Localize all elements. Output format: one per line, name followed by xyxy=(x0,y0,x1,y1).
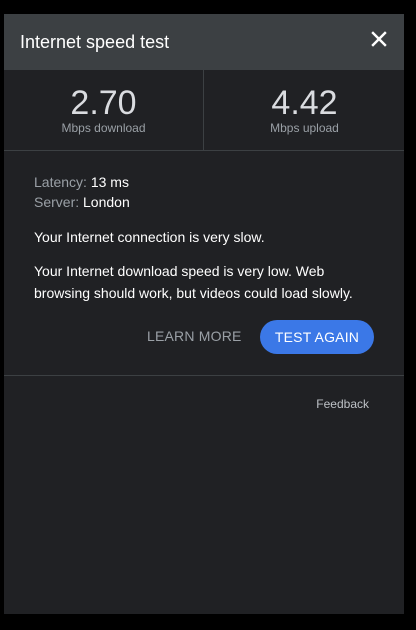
close-icon xyxy=(371,31,387,47)
latency-label: Latency: xyxy=(34,174,87,190)
download-speed-value: 2.70 xyxy=(70,84,137,122)
learn-more-link[interactable]: LEARN MORE xyxy=(147,327,242,345)
panel-header: Internet speed test xyxy=(4,14,404,70)
download-result: 2.70 Mbps download xyxy=(4,70,203,150)
upload-speed-unit: Mbps upload xyxy=(270,121,339,135)
server-value: London xyxy=(83,194,130,210)
download-speed-unit: Mbps download xyxy=(61,121,146,135)
results-divider xyxy=(203,70,204,150)
feedback-link[interactable]: Feedback xyxy=(316,397,369,411)
speed-detail-message: Your Internet download speed is very low… xyxy=(34,263,353,301)
test-again-button[interactable]: TEST AGAIN xyxy=(260,320,374,354)
close-button[interactable] xyxy=(370,30,388,48)
latency-line: Latency: 13 ms xyxy=(34,172,379,192)
results-row: 2.70 Mbps download 4.42 Mbps upload xyxy=(4,70,404,151)
speed-summary-message: Your Internet connection is very slow. xyxy=(34,229,265,245)
latency-value: 13 ms xyxy=(90,174,129,190)
upload-speed-value: 4.42 xyxy=(271,84,338,122)
result-details: Latency: 13 ms Server: London Your Inter… xyxy=(34,172,379,304)
footer-divider xyxy=(4,375,404,376)
speed-test-panel: Internet speed test 2.70 Mbps download 4… xyxy=(4,14,404,614)
server-line: Server: London xyxy=(34,192,379,212)
panel-title: Internet speed test xyxy=(20,32,170,52)
upload-result: 4.42 Mbps upload xyxy=(205,70,404,150)
server-label: Server: xyxy=(34,194,80,210)
